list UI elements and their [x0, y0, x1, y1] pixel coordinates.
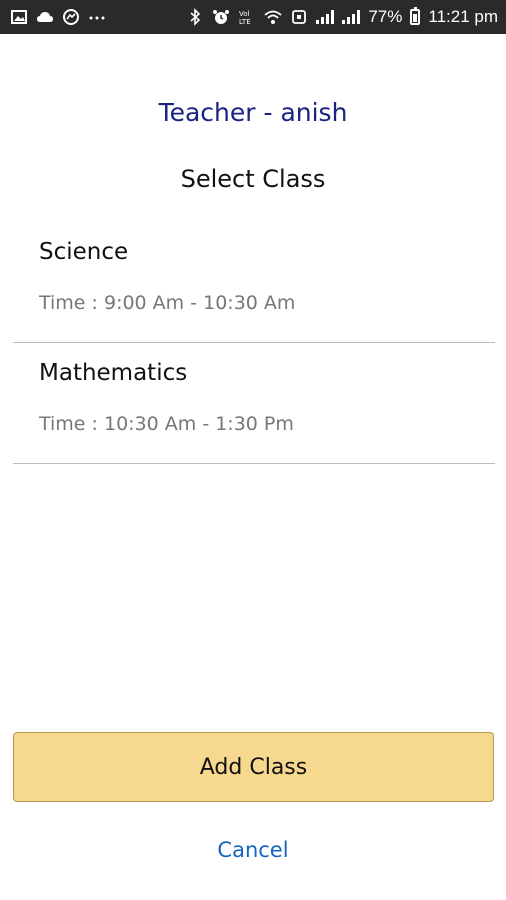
volte-icon: Vol LTE [238, 8, 256, 26]
bluetooth-icon [186, 8, 204, 26]
gallery-icon [10, 8, 28, 26]
battery-percent: 77% [368, 7, 403, 26]
svg-text:LTE: LTE [239, 18, 251, 26]
more-icon [88, 8, 106, 26]
wifi-icon [264, 8, 282, 26]
data-sync-icon [290, 8, 308, 26]
status-bar-notifications [10, 8, 106, 26]
signal-icon [316, 10, 335, 24]
cancel-link[interactable]: Cancel [0, 838, 506, 862]
add-class-button[interactable]: Add Class [13, 732, 494, 802]
class-list: Science Time : 9:00 Am - 10:30 Am Mathem… [13, 222, 495, 464]
alarm-icon [212, 8, 230, 26]
signal-icon-2 [342, 10, 361, 24]
select-class-title: Select Class [180, 165, 326, 193]
class-name: Science [39, 239, 129, 265]
teacher-title: Teacher - anish [158, 98, 348, 127]
class-item-science[interactable]: Science Time : 9:00 Am - 10:30 Am [13, 222, 495, 343]
battery-icon [410, 7, 421, 25]
class-name: Mathematics [39, 360, 188, 386]
cloud-icon [36, 8, 54, 26]
svg-text:Vol: Vol [239, 10, 250, 18]
messenger-icon [62, 8, 80, 26]
class-item-mathematics[interactable]: Mathematics Time : 10:30 Am - 1:30 Pm [13, 343, 495, 464]
status-bar-system: Vol LTE 77% 11:21 pm [186, 7, 498, 27]
class-time: Time : 10:30 Am - 1:30 Pm [39, 413, 294, 435]
clock: 11:21 pm [428, 7, 498, 26]
class-time: Time : 9:00 Am - 10:30 Am [39, 292, 296, 314]
status-bar: Vol LTE 77% 11:21 pm [0, 0, 506, 34]
screen: Vol LTE 77% 11:21 pm Teacher - anish Sele… [0, 0, 506, 900]
